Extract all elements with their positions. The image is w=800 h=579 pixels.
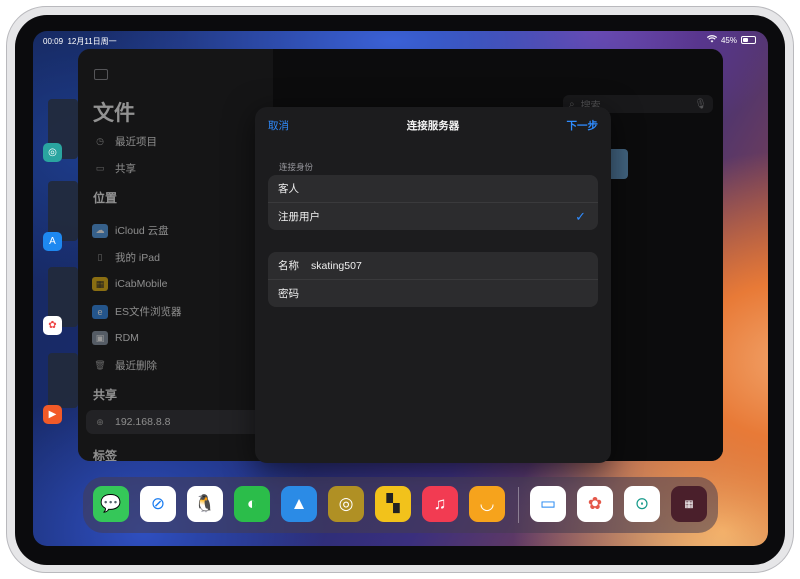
status-right: 45% [706,35,756,45]
taxi-icon[interactable]: ▚ [375,486,411,522]
connect-server-dialog: 取消 连接服务器 下一步 连接身份 客人 注册用户 ✓ 名称 skating50… [255,107,611,463]
smile-app-icon[interactable]: ◡ [469,486,505,522]
scan-app-icon[interactable]: ◎ [43,143,62,162]
safari-icon[interactable]: ⊘ [140,486,176,522]
app-thumbnail[interactable] [48,353,78,408]
password-label: 密码 [278,288,299,300]
dock: 💬 ⊘ 🐧 ◐ ▲ ◎ ▚ ♫ ◡ ▭ ✿ ⊙ ▦ [83,477,718,533]
keynote-icon[interactable]: ▲ [281,486,317,522]
option-guest[interactable]: 客人 [268,175,598,202]
photos-icon[interactable]: ✿ [577,486,613,522]
messages-icon[interactable]: 💬 [93,486,129,522]
wifi-icon [706,35,718,45]
video-app-icon[interactable]: ▶ [43,405,62,424]
dock-separator [518,487,519,523]
photos-icon[interactable]: ✿ [43,316,62,335]
wechat-icon[interactable]: ◐ [234,486,270,522]
credentials-group: 名称 skating507 密码 [268,252,598,307]
screen: 00:09 12月11日周一 45% ••• ◎ A ✿ ▶ 文件 ◷ 最近项目 [33,31,768,546]
camera-lens-icon[interactable]: ◎ [328,486,364,522]
music-icon[interactable]: ♫ [422,486,458,522]
password-row[interactable]: 密码 [268,279,598,307]
dialog-title: 连接服务器 [406,120,460,132]
status-time: 00:09 12月11日周一 [43,37,117,46]
status-bar: 00:09 12月11日周一 45% [43,34,756,48]
app-store-icon[interactable]: A [43,232,62,251]
app-folder-icon[interactable]: ▦ [671,486,707,522]
scan-app-icon[interactable]: ⊙ [624,486,660,522]
next-button[interactable]: 下一步 [567,118,599,133]
identity-group-label: 连接身份 [279,162,314,172]
qq-icon[interactable]: 🐧 [187,486,223,522]
name-label: 名称 [278,260,299,272]
name-row[interactable]: 名称 skating507 [268,252,598,279]
name-field[interactable]: skating507 [311,260,362,272]
battery-icon [741,36,756,44]
battery-percent: 45% [720,35,737,45]
files-icon[interactable]: ▭ [530,486,566,522]
option-registered-user[interactable]: 注册用户 ✓ [268,202,598,230]
dialog-header: 取消 连接服务器 下一步 [255,107,611,141]
checkmark-icon: ✓ [575,209,586,224]
identity-options: 客人 注册用户 ✓ [268,175,598,230]
